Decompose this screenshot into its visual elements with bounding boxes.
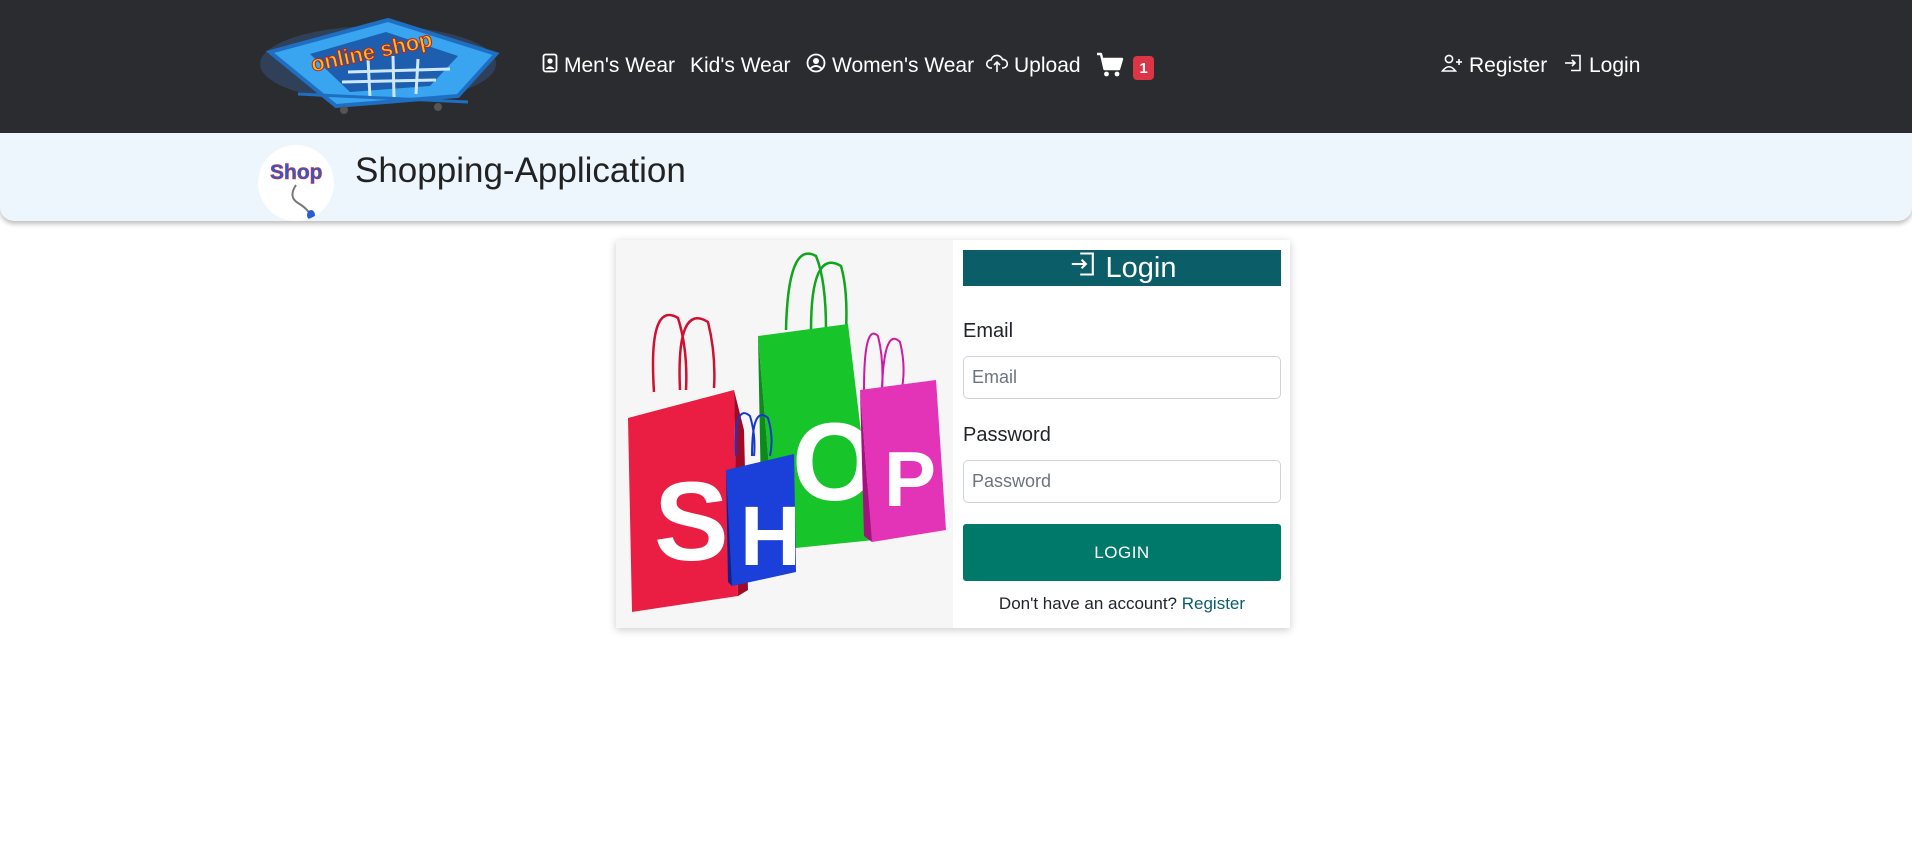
box-arrow-in-right-icon [1563, 53, 1589, 79]
register-link[interactable]: Register [1182, 594, 1245, 613]
cart-button[interactable] [1096, 52, 1124, 82]
cart-count-badge: 1 [1133, 56, 1154, 80]
person-circle-icon [806, 53, 832, 79]
bag-letter-p: P [884, 435, 936, 523]
nav-womens-wear[interactable]: Women's Wear [806, 52, 974, 80]
shop-app-icon: Shop [258, 145, 334, 221]
cart-icon [1096, 52, 1124, 83]
nav-womens-wear-label: Women's Wear [832, 54, 975, 77]
cloud-upload-icon [985, 53, 1014, 79]
register-prompt: Don't have an account? Register [963, 594, 1281, 614]
nav-mens-wear[interactable]: Men's Wear [542, 52, 675, 80]
nav-mens-wear-label: Men's Wear [564, 54, 675, 77]
app-header-bar: Shop Shopping-Application [0, 133, 1912, 221]
login-button[interactable]: LOGIN [963, 524, 1281, 581]
bag-letter-s: S [654, 459, 729, 584]
shopping-bags-image: O P S H [616, 240, 953, 628]
email-label: Email [963, 320, 1014, 342]
nav-kids-wear[interactable]: Kid's Wear [690, 52, 791, 80]
nav-upload-label: Upload [1014, 54, 1081, 77]
password-field[interactable] [963, 460, 1281, 503]
box-arrow-in-right-icon [1068, 250, 1106, 286]
password-label: Password [963, 424, 1051, 446]
nav-upload[interactable]: Upload [985, 52, 1081, 80]
nav-login-label: Login [1589, 54, 1641, 77]
email-field[interactable] [963, 356, 1281, 399]
page-title: Shopping-Application [355, 151, 686, 190]
login-header: Login [963, 250, 1281, 286]
top-navbar: online shop Men's Wear Kid's Wear Women'… [0, 0, 1912, 133]
shop-app-icon-text: Shop [270, 161, 323, 184]
person-plus-icon [1440, 53, 1469, 79]
login-header-label: Login [1105, 251, 1177, 284]
online-shop-logo[interactable]: online shop [258, 14, 508, 116]
nav-register[interactable]: Register [1440, 52, 1548, 80]
nav-register-label: Register [1469, 54, 1548, 77]
nav-login[interactable]: Login [1563, 52, 1640, 80]
nav-kids-wear-label: Kid's Wear [690, 54, 791, 77]
bag-letter-h: H [740, 489, 801, 583]
person-badge-icon [542, 53, 564, 79]
no-account-text: Don't have an account? [998, 594, 1178, 613]
login-card: O P S H Login Email Email Password LOGIN… [616, 240, 1290, 628]
